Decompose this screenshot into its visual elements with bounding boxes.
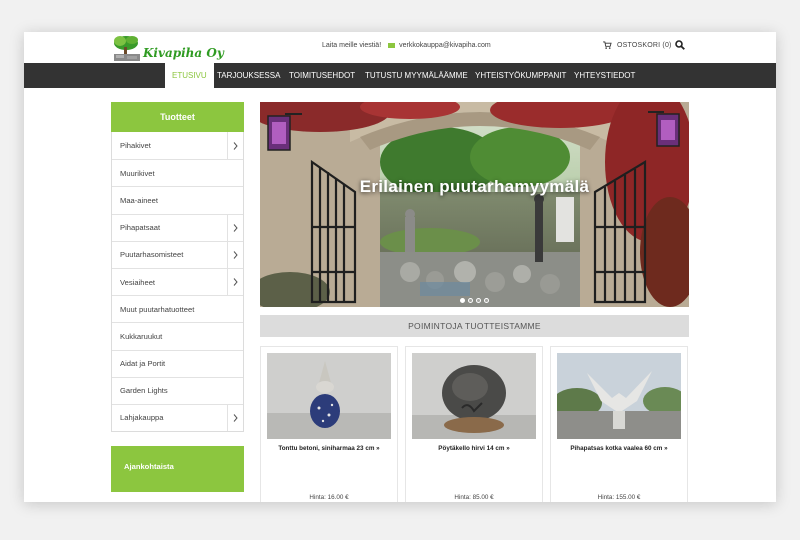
- product-name[interactable]: Tonttu betoni, siniharmaa 23 cm »: [261, 445, 397, 452]
- nav-item-tarjouksessa[interactable]: TARJOUKSESSA: [217, 63, 280, 88]
- chevron-right-icon[interactable]: [227, 241, 243, 268]
- slider-dot[interactable]: [460, 298, 465, 303]
- slider-dot[interactable]: [484, 298, 489, 303]
- sidebar-item-label: Muurikivet: [120, 168, 155, 178]
- nav-item-etusivu[interactable]: ETUSIVU: [165, 63, 214, 88]
- product-price: Hinta: 16.00 €: [309, 494, 349, 501]
- contact-label[interactable]: Laita meille viestiä!: [322, 42, 381, 49]
- sidebar-item-label: Kukkaruukut: [120, 331, 163, 341]
- slider-dots: [460, 298, 489, 303]
- nav-item-toimitusehdot[interactable]: TOIMITUSEHDOT: [289, 63, 355, 88]
- product-price: Hinta: 155.00 €: [597, 494, 641, 501]
- sidebar-title: Tuotteet: [111, 102, 244, 132]
- slider-dot[interactable]: [468, 298, 473, 303]
- sidebar-item[interactable]: Puutarhasomisteet: [112, 240, 243, 268]
- search-icon[interactable]: [675, 40, 685, 50]
- sidebar-item[interactable]: Lahjakauppa: [112, 403, 243, 432]
- product-card[interactable]: Pöytäkello hirvi 14 cm » Hinta: 85.00 €: [405, 346, 543, 502]
- sidebar-item[interactable]: Muurikivet: [112, 159, 243, 186]
- sidebar-item[interactable]: Aidat ja Portit: [112, 349, 243, 377]
- sidebar-item-label: Muut puutarhatuotteet: [120, 304, 195, 314]
- product-card[interactable]: Tonttu betoni, siniharmaa 23 cm » Hinta:…: [260, 346, 398, 502]
- sidebar-item-label: Maa-aineet: [120, 195, 158, 205]
- product-image: [412, 353, 536, 439]
- sidebar: Tuotteet Pihakivet Muurikivet Maa-aineet Pi…: [111, 102, 244, 493]
- news-box[interactable]: Ajankohtaista: [111, 446, 244, 493]
- cart-link[interactable]: OSTOSKORI (0): [603, 41, 672, 49]
- news-title: Ajankohtaista: [124, 462, 174, 472]
- product-price: Hinta: 85.00 €: [454, 494, 494, 501]
- nav-item-yhteystiedot[interactable]: YHTEYSTIEDOT: [574, 63, 635, 88]
- logo-text: Kivapiha Oy: [143, 46, 224, 60]
- chevron-right-icon[interactable]: [227, 404, 243, 432]
- sidebar-item[interactable]: Pihapatsaat: [112, 213, 243, 241]
- sidebar-item-label: Lahjakauppa: [120, 413, 164, 423]
- slider-dot[interactable]: [476, 298, 481, 303]
- mail-icon: [388, 43, 396, 48]
- sidebar-item-label: Aidat ja Portit: [120, 359, 166, 369]
- sidebar-item-label: Garden Lights: [120, 386, 168, 396]
- sidebar-item-label: Puutarhasomisteet: [120, 250, 184, 260]
- chevron-right-icon[interactable]: [227, 268, 243, 296]
- sidebar-item[interactable]: Maa-aineet: [112, 186, 243, 213]
- chevron-right-icon[interactable]: [227, 132, 243, 160]
- contact-email[interactable]: verkkokauppa@kivapiha.com: [399, 42, 491, 49]
- top-bar: Kivapiha Oy Laita meille viestiä! verkko…: [24, 32, 776, 63]
- cart-icon: [603, 41, 612, 49]
- hero-title: Erilainen puutarhamyymälä: [359, 177, 590, 196]
- sidebar-item[interactable]: Kukkaruukut: [112, 322, 243, 349]
- main-nav: ETUSIVU TARJOUKSESSA TOIMITUSEHDOT TUTUS…: [24, 63, 776, 88]
- product-name[interactable]: Pihapatsas kotka vaalea 60 cm »: [551, 445, 687, 452]
- sidebar-item[interactable]: Muut puutarhatuotteet: [112, 295, 243, 322]
- chevron-right-icon[interactable]: [227, 214, 243, 241]
- sidebar-item-label: Pihakivet: [120, 141, 151, 151]
- picks-header: POIMINTOJA TUOTTEISTAMME: [260, 315, 689, 337]
- product-image: [267, 353, 391, 439]
- cart-label: OSTOSKORI (0): [617, 41, 672, 49]
- sidebar-item[interactable]: Pihakivet: [112, 132, 243, 160]
- sidebar-item-label: Pihapatsaat: [120, 223, 161, 233]
- hero-image: [260, 102, 689, 307]
- page: Kivapiha Oy Laita meille viestiä! verkko…: [24, 32, 776, 502]
- product-name[interactable]: Pöytäkello hirvi 14 cm »: [406, 445, 542, 452]
- nav-item-tutustu-myymalaamme[interactable]: TUTUSTU MYYMÄLÄÄMME: [365, 63, 468, 88]
- product-card[interactable]: Pihapatsas kotka vaalea 60 cm » Hinta: 1…: [550, 346, 688, 502]
- sidebar-item-label: Vesiaiheet: [120, 277, 156, 287]
- hero-slider[interactable]: Erilainen puutarhamyymälä: [260, 102, 689, 307]
- sidebar-item[interactable]: Garden Lights: [112, 376, 243, 404]
- sidebar-list: Pihakivet Muurikivet Maa-aineet Pihapatsaat…: [111, 132, 244, 433]
- contact-info: Laita meille viestiä! verkkokauppa@kivap…: [322, 42, 491, 49]
- logo-tree-icon: [112, 34, 142, 62]
- product-image: [557, 353, 681, 439]
- logo[interactable]: Kivapiha Oy: [112, 33, 224, 62]
- sidebar-item[interactable]: Vesiaiheet: [112, 267, 243, 296]
- nav-item-yhteistyokumppanit[interactable]: YHTEISTYÖKUMPPANIT: [475, 63, 566, 88]
